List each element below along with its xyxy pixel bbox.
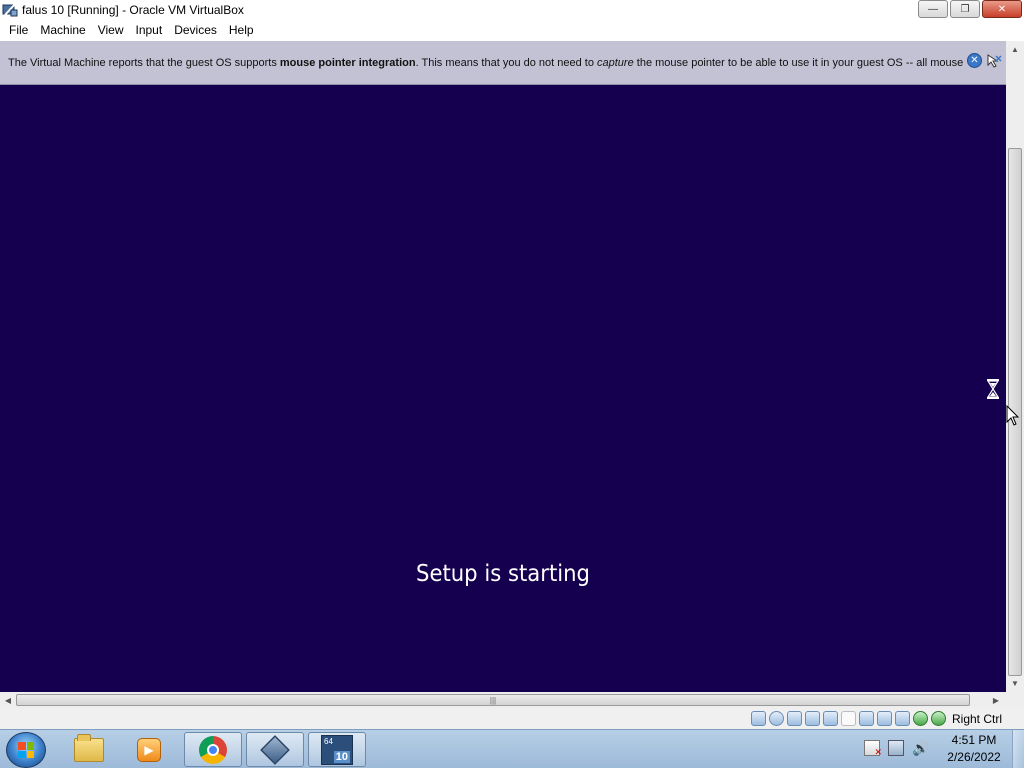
scroll-right-arrow-icon[interactable]: ▶ bbox=[988, 692, 1004, 708]
taskbar: ▶ 64 10 🔊 4:51 PM 2/26/2022 bbox=[0, 729, 1024, 768]
taskbar-virtualbox[interactable] bbox=[246, 732, 304, 767]
notice-text-1: The Virtual Machine reports that the gue… bbox=[8, 56, 277, 69]
clock-date: 2/26/2022 bbox=[947, 750, 1001, 764]
menu-machine[interactable]: Machine bbox=[34, 20, 91, 41]
network-icon[interactable] bbox=[805, 711, 820, 726]
taskbar-chrome[interactable] bbox=[184, 732, 242, 767]
notice-text-2: . This means that you do not need to bbox=[415, 56, 594, 69]
window-controls: — ❐ ✕ bbox=[918, 0, 1022, 18]
hard-disk-icon[interactable] bbox=[751, 711, 766, 726]
status-indicators bbox=[751, 711, 946, 726]
taskbar-media-player[interactable]: ▶ bbox=[120, 732, 178, 767]
menu-view[interactable]: View bbox=[92, 20, 130, 41]
windows-logo-icon bbox=[18, 742, 34, 758]
taskbar-explorer[interactable] bbox=[60, 732, 118, 767]
close-button[interactable]: ✕ bbox=[982, 0, 1022, 18]
action-center-flag-icon[interactable] bbox=[864, 740, 882, 758]
setup-status-text: Setup is starting bbox=[416, 561, 590, 587]
system-tray: 🔊 bbox=[864, 740, 929, 758]
keyboard-icon[interactable] bbox=[931, 711, 946, 726]
virtualbox-icon bbox=[260, 734, 290, 765]
scroll-left-arrow-icon[interactable]: ◀ bbox=[0, 692, 16, 708]
virtualbox-app-icon[interactable] bbox=[2, 2, 18, 18]
horizontal-scroll-thumb[interactable]: ||| bbox=[16, 694, 970, 706]
display-icon[interactable] bbox=[859, 711, 874, 726]
vertical-scrollbar[interactable]: ▲ ▼ bbox=[1006, 41, 1024, 692]
optical-drive-icon[interactable] bbox=[769, 711, 784, 726]
video-capture-icon[interactable] bbox=[877, 711, 892, 726]
vm-window-icon: 64 10 bbox=[321, 734, 353, 765]
busy-hourglass-icon bbox=[986, 379, 1000, 399]
menu-help[interactable]: Help bbox=[223, 20, 260, 41]
mouse-integration-icon[interactable] bbox=[913, 711, 928, 726]
minimize-button[interactable]: — bbox=[918, 0, 948, 18]
notice-close-button[interactable]: ✕ bbox=[967, 53, 982, 68]
mouse-integration-notice: The Virtual Machine reports that the gue… bbox=[0, 41, 1006, 85]
show-desktop-button[interactable] bbox=[1012, 730, 1024, 768]
media-player-icon: ▶ bbox=[137, 737, 161, 762]
clock-time: 4:51 PM bbox=[951, 733, 997, 747]
vm-status-bar: Right Ctrl bbox=[0, 708, 1024, 729]
usb-icon[interactable] bbox=[823, 711, 838, 726]
scroll-down-arrow-icon[interactable]: ▼ bbox=[1006, 675, 1024, 691]
scrollbar-corner bbox=[1006, 692, 1024, 708]
notice-text-3: the mouse pointer to be able to use it i… bbox=[636, 56, 964, 69]
host-key-label[interactable]: Right Ctrl bbox=[952, 712, 1002, 726]
folder-icon bbox=[74, 733, 104, 762]
taskbar-clock[interactable]: 4:51 PM 2/26/2022 bbox=[940, 732, 1008, 766]
window-title: falus 10 [Running] - Oracle VM VirtualBo… bbox=[22, 3, 244, 17]
mouse-cursor-icon bbox=[1006, 404, 1020, 427]
taskbar-vm-window[interactable]: 64 10 bbox=[308, 732, 366, 767]
notice-text-bold: mouse pointer integration bbox=[279, 56, 416, 69]
virtualization-icon[interactable] bbox=[895, 711, 910, 726]
menu-file[interactable]: File bbox=[3, 20, 34, 41]
vm-badge-10: 10 bbox=[333, 750, 350, 763]
chrome-icon bbox=[199, 735, 227, 764]
horizontal-scrollbar[interactable]: ◀ ||| ▶ bbox=[0, 692, 1006, 708]
notice-text-italic: capture bbox=[597, 56, 634, 69]
notice-suppress-icon[interactable] bbox=[986, 53, 1002, 68]
restore-button[interactable]: ❐ bbox=[950, 0, 980, 18]
audio-icon[interactable] bbox=[787, 711, 802, 726]
shared-folder-icon[interactable] bbox=[841, 711, 856, 726]
volume-icon[interactable]: 🔊 bbox=[912, 740, 929, 756]
menu-bar: File Machine View Input Devices Help bbox=[0, 20, 1024, 41]
title-bar: falus 10 [Running] - Oracle VM VirtualBo… bbox=[0, 0, 1024, 20]
menu-input[interactable]: Input bbox=[130, 20, 169, 41]
vm-display[interactable]: The Virtual Machine reports that the gue… bbox=[0, 41, 1006, 692]
start-button[interactable] bbox=[6, 732, 46, 768]
vm-badge-64: 64 bbox=[324, 736, 333, 746]
network-tray-icon[interactable] bbox=[888, 740, 904, 756]
notice-buttons: ✕ bbox=[967, 53, 1002, 68]
menu-devices[interactable]: Devices bbox=[168, 20, 223, 41]
scroll-grip-icon: ||| bbox=[489, 695, 497, 705]
scroll-up-arrow-icon[interactable]: ▲ bbox=[1006, 41, 1024, 57]
